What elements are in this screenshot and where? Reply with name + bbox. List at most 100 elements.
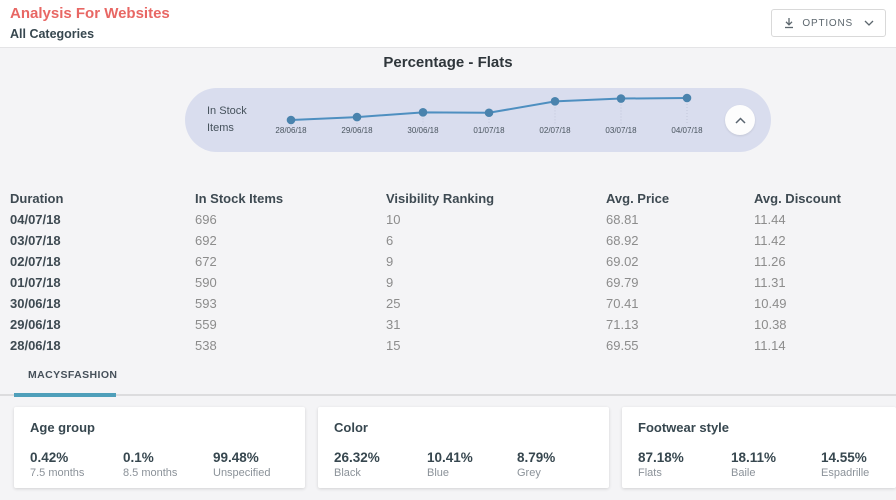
row-value: 68.81 bbox=[606, 212, 754, 227]
svg-text:30/06/18: 30/06/18 bbox=[407, 126, 439, 135]
line-chart-svg: 28/06/18 29/06/18 30/06/18 01/07/18 02/07/18… bbox=[185, 88, 771, 152]
website-tabbar: MACYSFASHION bbox=[0, 361, 896, 396]
column-header: In Stock Items bbox=[195, 191, 386, 206]
row-value: 15 bbox=[386, 338, 606, 353]
stat-item: 14.55% Espadrille bbox=[821, 450, 880, 479]
chevron-down-icon bbox=[864, 20, 874, 27]
stat-label: Grey bbox=[517, 467, 593, 479]
table-row: 01/07/18590969.7911.31 bbox=[10, 272, 896, 293]
row-value: 71.13 bbox=[606, 317, 754, 332]
row-duration: 04/07/18 bbox=[10, 212, 195, 227]
tab-macysfashion[interactable]: MACYSFASHION bbox=[28, 369, 117, 381]
active-tab-indicator bbox=[14, 393, 116, 397]
category-breadcrumb: All Categories bbox=[10, 27, 94, 41]
stat-value: 8.79% bbox=[517, 450, 593, 465]
options-button-label: OPTIONS bbox=[802, 18, 853, 29]
svg-text:03/07/18: 03/07/18 bbox=[605, 126, 637, 135]
row-duration: 28/06/18 bbox=[10, 338, 195, 353]
svg-text:02/07/18: 02/07/18 bbox=[539, 126, 571, 135]
stat-value: 18.11% bbox=[731, 450, 821, 465]
row-value: 593 bbox=[195, 296, 386, 311]
row-value: 10.49 bbox=[754, 296, 896, 311]
column-header: Duration bbox=[10, 191, 195, 206]
options-button[interactable]: OPTIONS bbox=[771, 9, 886, 37]
stat-label: Espadrille bbox=[821, 467, 880, 479]
svg-text:29/06/18: 29/06/18 bbox=[341, 126, 373, 135]
stat-value: 26.32% bbox=[334, 450, 427, 465]
card-title: Footwear style bbox=[638, 420, 880, 435]
stat-label: Blue bbox=[427, 467, 517, 479]
card-title: Age group bbox=[30, 420, 289, 435]
stat-item: 99.48%Unspecified bbox=[213, 450, 289, 479]
card-stats: 0.42% 7.5 months0.1% 8.5 months99.48%Unspe… bbox=[30, 450, 289, 479]
svg-text:01/07/18: 01/07/18 bbox=[473, 126, 505, 135]
row-duration: 29/06/18 bbox=[10, 317, 195, 332]
row-value: 692 bbox=[195, 233, 386, 248]
row-value: 9 bbox=[386, 254, 606, 269]
download-icon bbox=[783, 17, 795, 29]
row-value: 11.14 bbox=[754, 338, 896, 353]
row-value: 538 bbox=[195, 338, 386, 353]
stat-label: Baile bbox=[731, 467, 821, 479]
stat-item: 8.79% Grey bbox=[517, 450, 593, 479]
stat-value: 14.55% bbox=[821, 450, 880, 465]
row-value: 559 bbox=[195, 317, 386, 332]
stat-value: 0.1% bbox=[123, 450, 213, 465]
row-duration: 01/07/18 bbox=[10, 275, 195, 290]
stat-item: 18.11% Baile bbox=[731, 450, 821, 479]
row-duration: 03/07/18 bbox=[10, 233, 195, 248]
column-header: Visibility Ranking bbox=[386, 191, 606, 206]
row-value: 70.41 bbox=[606, 296, 754, 311]
table-row: 28/06/185381569.5511.14 bbox=[10, 335, 896, 356]
card-stats: 26.32%Black10.41% Blue8.79% Grey bbox=[334, 450, 593, 479]
row-value: 11.26 bbox=[754, 254, 896, 269]
stat-label: Flats bbox=[638, 467, 731, 479]
stat-value: 0.42% bbox=[30, 450, 123, 465]
row-duration: 02/07/18 bbox=[10, 254, 195, 269]
page-header: Analysis For Websites All Categories OPT… bbox=[0, 0, 896, 48]
table-row: 03/07/18692668.9211.42 bbox=[10, 230, 896, 251]
stat-label: Unspecified bbox=[213, 467, 289, 479]
row-value: 69.79 bbox=[606, 275, 754, 290]
svg-text:28/06/18: 28/06/18 bbox=[275, 126, 307, 135]
row-value: 25 bbox=[386, 296, 606, 311]
table-row: 04/07/186961068.8111.44 bbox=[10, 209, 896, 230]
card-title: Color bbox=[334, 420, 593, 435]
row-value: 69.02 bbox=[606, 254, 754, 269]
stat-item: 10.41% Blue bbox=[427, 450, 517, 479]
metrics-table: DurationIn Stock ItemsVisibility Ranking… bbox=[10, 187, 896, 356]
row-value: 69.55 bbox=[606, 338, 754, 353]
stock-trend-chart-panel: In Stock Items 28/06/1829/06/1830/06/180… bbox=[185, 88, 771, 152]
table-row: 29/06/185593171.1310.38 bbox=[10, 314, 896, 335]
stat-value: 87.18% bbox=[638, 450, 731, 465]
attribute-card: Color 26.32%Black10.41% Blue8.79% Grey bbox=[318, 407, 609, 488]
table-body: 04/07/186961068.8111.4403/07/18692668.92… bbox=[10, 209, 896, 356]
row-value: 11.44 bbox=[754, 212, 896, 227]
card-stats: 87.18% Flats18.11% Baile14.55% Espadrille bbox=[638, 450, 880, 479]
chevron-up-icon bbox=[735, 111, 746, 129]
stat-item: 26.32%Black bbox=[334, 450, 427, 479]
cards-row: Age group 0.42% 7.5 months0.1% 8.5 months99… bbox=[14, 407, 896, 488]
row-value: 31 bbox=[386, 317, 606, 332]
table-row: 30/06/185932570.4110.49 bbox=[10, 293, 896, 314]
stat-label: 8.5 months bbox=[123, 467, 213, 479]
row-duration: 30/06/18 bbox=[10, 296, 195, 311]
row-value: 672 bbox=[195, 254, 386, 269]
column-header: Avg. Price bbox=[606, 191, 754, 206]
column-header: Avg. Discount bbox=[754, 191, 896, 206]
collapse-chart-button[interactable] bbox=[725, 105, 755, 135]
stat-value: 10.41% bbox=[427, 450, 517, 465]
row-value: 590 bbox=[195, 275, 386, 290]
row-value: 68.92 bbox=[606, 233, 754, 248]
table-row: 02/07/18672969.0211.26 bbox=[10, 251, 896, 272]
row-value: 6 bbox=[386, 233, 606, 248]
row-value: 696 bbox=[195, 212, 386, 227]
row-value: 11.42 bbox=[754, 233, 896, 248]
chart-title: Percentage - Flats bbox=[0, 54, 896, 71]
table-header-row: DurationIn Stock ItemsVisibility Ranking… bbox=[10, 187, 896, 209]
row-value: 10.38 bbox=[754, 317, 896, 332]
page-title: Analysis For Websites bbox=[10, 5, 170, 22]
stat-item: 0.1% 8.5 months bbox=[123, 450, 213, 479]
stat-label: 7.5 months bbox=[30, 467, 123, 479]
attribute-card: Footwear style 87.18% Flats18.11% Baile14.5… bbox=[622, 407, 896, 488]
